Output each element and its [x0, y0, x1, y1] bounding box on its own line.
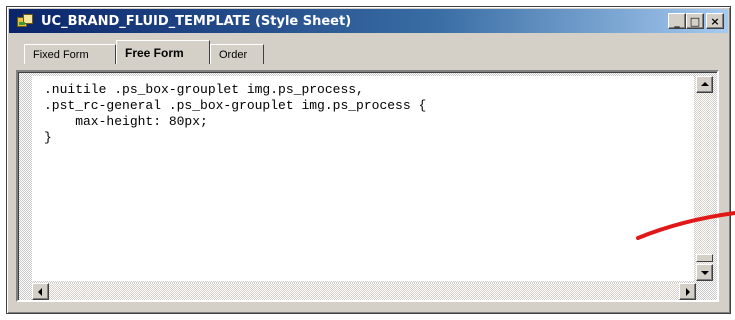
window-title: UC_BRAND_FLUID_TEMPLATE (Style Sheet) [41, 13, 352, 29]
scroll-up-button[interactable] [696, 76, 713, 93]
stylesheet-code-editor[interactable]: .nuitile .ps_box-grouplet img.ps_process… [32, 76, 694, 281]
vertical-scrollbar[interactable] [696, 76, 713, 281]
arrow-up-icon [701, 82, 709, 86]
arrow-right-icon [686, 288, 690, 296]
vertical-scroll-thumb[interactable] [696, 254, 713, 262]
scroll-down-button[interactable] [696, 264, 713, 281]
annotation-arrow-stroke [636, 211, 735, 240]
title-bar[interactable]: UC_BRAND_FLUID_TEMPLATE (Style Sheet) _ … [9, 9, 728, 33]
arrow-left-icon [38, 288, 42, 296]
scroll-left-button[interactable] [32, 283, 49, 300]
tab-fixed-form[interactable]: Fixed Form [24, 44, 116, 64]
arrow-down-icon [701, 271, 709, 275]
stylesheet-icon [17, 13, 35, 29]
horizontal-scrollbar[interactable] [32, 283, 696, 300]
close-button[interactable]: × [706, 13, 724, 29]
scroll-right-button[interactable] [679, 283, 696, 300]
tab-order[interactable]: Order [210, 44, 264, 64]
tab-free-form[interactable]: Free Form [116, 40, 210, 64]
minimize-button[interactable]: _ [668, 13, 686, 29]
window-controls: _ □ × [668, 13, 724, 29]
maximize-button[interactable]: □ [686, 13, 704, 29]
